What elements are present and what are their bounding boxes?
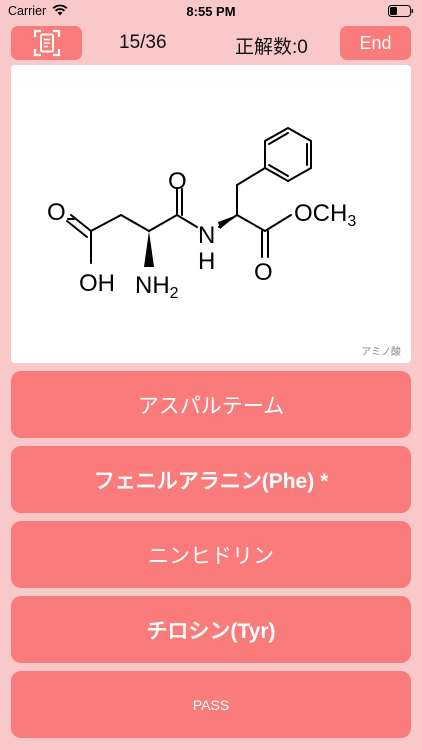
- question-progress: 15/36: [119, 32, 167, 53]
- battery-icon: [388, 5, 414, 20]
- answer-button-2[interactable]: フェニルアラニン(Phe) *: [11, 446, 411, 513]
- atom-o-carboxyl: O: [47, 199, 66, 226]
- document-scan-icon: [33, 29, 60, 57]
- pass-button[interactable]: PASS: [11, 671, 411, 738]
- answer-button-4[interactable]: チロシン(Tyr): [11, 596, 411, 663]
- atom-o-amide: O: [168, 168, 187, 195]
- atom-h: H: [198, 248, 215, 275]
- answer-button-1[interactable]: アスパルテーム: [11, 371, 411, 438]
- scan-button[interactable]: [11, 26, 82, 60]
- atom-o-ester: O: [254, 259, 273, 286]
- end-button[interactable]: End: [340, 26, 411, 60]
- atom-oh: OH: [79, 270, 115, 297]
- status-bar: Carrier 8:55 PM: [0, 0, 422, 24]
- atom-och3: OCH3: [294, 200, 356, 230]
- category-label: アミノ酸: [361, 347, 401, 358]
- atom-n: N: [198, 222, 215, 249]
- correct-count: 正解数:0: [235, 37, 308, 58]
- atom-nh2: NH2: [135, 272, 179, 302]
- answer-button-3[interactable]: ニンヒドリン: [11, 521, 411, 588]
- question-card: O OH NH2 O N H O OCH3 アミノ酸: [11, 65, 411, 363]
- clock: 8:55 PM: [186, 4, 236, 19]
- quiz-header: 15/36 正解数:0 End: [0, 26, 422, 62]
- molecule-structure: O OH NH2 O N H O OCH3: [47, 126, 356, 302]
